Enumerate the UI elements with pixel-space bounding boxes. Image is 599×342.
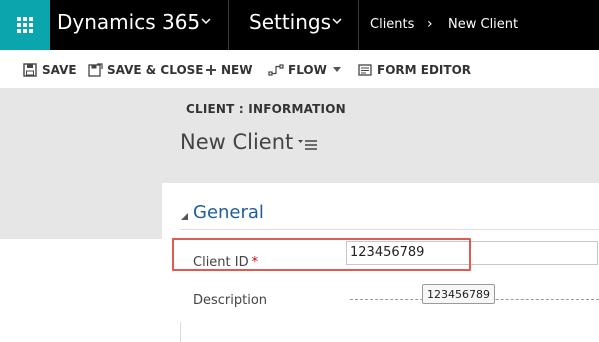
form-editor-button[interactable]: FORM EDITOR [357,62,471,78]
divider [358,0,359,50]
command-bar: SAVE SAVE & CLOSE NEW FLOW FORM EDITOR [0,50,599,89]
record-title: New Client [180,130,294,154]
save-label: SAVE [42,63,77,77]
tooltip: 123456789 [422,284,495,304]
flow-icon [268,62,284,78]
save-close-icon [87,62,103,78]
app-launcher-button[interactable] [0,0,50,50]
app-name[interactable]: Dynamics 365 [57,10,200,34]
chevron-down-icon[interactable] [201,16,211,26]
form-switcher-icon[interactable] [298,137,318,151]
form-selector-label[interactable]: CLIENT : INFORMATION [186,102,346,116]
highlight-box [172,238,471,271]
breadcrumb-separator-icon: › [427,16,433,32]
flow-label: FLOW [288,63,327,77]
top-navigation-bar: Dynamics 365 Settings Clients › New Clie… [0,0,599,50]
save-icon [22,62,38,78]
description-label: Description [193,293,268,308]
breadcrumb-clients[interactable]: Clients [370,17,414,33]
area-selector[interactable]: Settings [249,10,331,34]
divider [180,322,181,342]
new-label: NEW [221,63,253,77]
divider [228,0,229,50]
chevron-down-icon [332,67,341,73]
chevron-down-icon[interactable] [332,16,342,26]
waffle-icon [17,17,33,33]
breadcrumb-current: New Client [448,17,519,32]
form-editor-label: FORM EDITOR [377,63,472,77]
save-and-close-button[interactable]: SAVE & CLOSE [87,62,204,78]
save-button[interactable]: SAVE [22,62,77,78]
section-divider [180,229,599,230]
save-close-label: SAVE & CLOSE [107,63,204,77]
section-title-general[interactable]: General [193,202,264,224]
collapse-triangle-icon[interactable] [180,207,190,220]
form-editor-icon [357,62,373,78]
new-button[interactable]: NEW [205,62,252,78]
flow-button[interactable]: FLOW [268,62,341,78]
plus-icon [205,62,217,78]
